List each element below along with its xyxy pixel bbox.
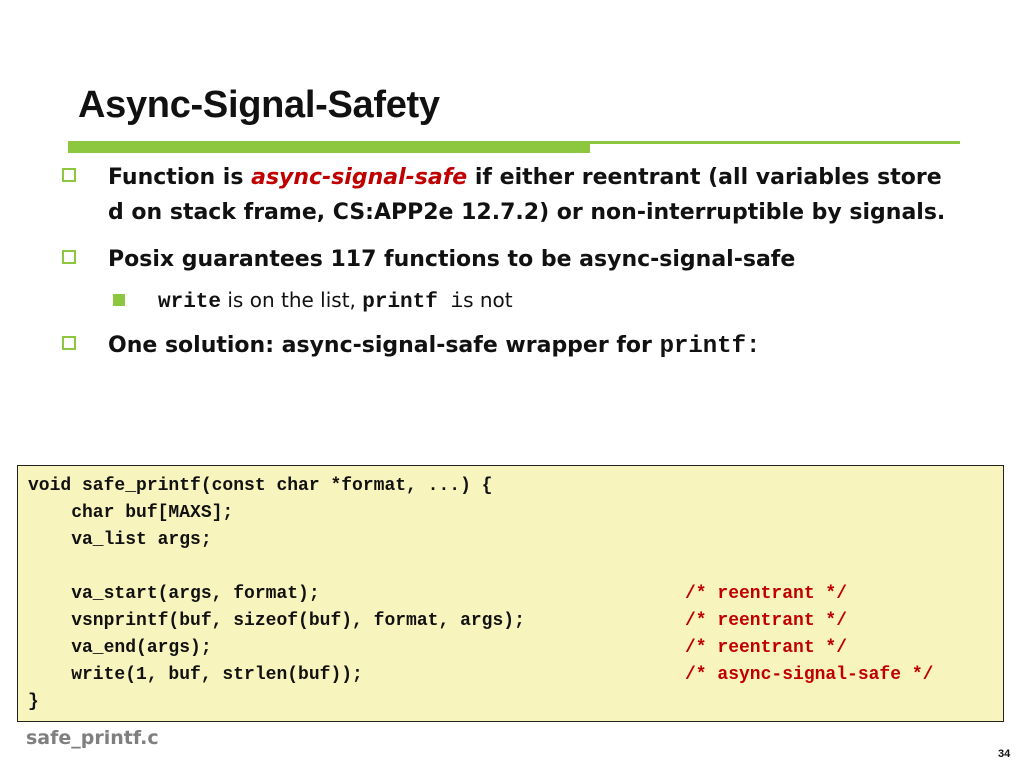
code-line: char buf[MAXS]; — [28, 503, 234, 523]
sub-bullet-code-printf: printf — [362, 291, 438, 314]
sub-bullet-code-i: i — [437, 291, 464, 314]
bullet1-line1-suffix: if either reentrant (all variables store — [467, 165, 942, 190]
bullet2-text: Posix guarantees 117 functions to be asy… — [108, 247, 796, 272]
bullet-one-solution: One solution: async-signal-safe wrapper … — [108, 328, 988, 364]
bullet3-code-printf: printf — [659, 333, 746, 360]
title-underline-thick — [68, 141, 590, 153]
hollow-square-bullet-icon — [62, 168, 76, 182]
code-line: va_end(args); — [28, 638, 212, 658]
sub-bullet-text2: s not — [463, 288, 513, 312]
hollow-square-bullet-icon — [62, 336, 76, 350]
code-line: va_start(args, format); — [28, 584, 320, 604]
code-line: vsnprintf(buf, sizeof(buf), format, args… — [28, 611, 525, 631]
page-number: 34 — [998, 748, 1011, 760]
bullet1-line2: d on stack frame, CS:APP2e 12.7.2) or no… — [108, 200, 946, 225]
source-filename: safe_printf.c — [26, 727, 159, 749]
bullet3-text: One solution: async-signal-safe wrapper … — [108, 333, 660, 358]
slide-title: Async-Signal-Safety — [78, 84, 440, 126]
code-comment: /* reentrant */ — [685, 611, 848, 631]
code-line: } — [28, 692, 39, 712]
sub-bullet-text1: is on the list, — [221, 288, 363, 312]
sub-bullet-code-write: write — [158, 291, 222, 314]
hollow-square-bullet-icon — [62, 250, 76, 264]
code-listing-box: void safe_printf(const char *format, ...… — [17, 465, 1004, 722]
code-comment: /* reentrant */ — [685, 638, 848, 658]
bullet1-prefix: Function is — [108, 165, 252, 190]
code-comment: /* async-signal-safe */ — [685, 665, 934, 685]
bullet1-emphasis: async-signal-safe — [251, 165, 468, 190]
code-line: write(1, buf, strlen(buf)); — [28, 665, 363, 685]
code-line: va_list args; — [28, 530, 212, 550]
filled-square-bullet-icon — [113, 294, 125, 306]
sub-bullet-write-printf: write is on the list, printf is not — [158, 285, 513, 318]
code-line: void safe_printf(const char *format, ...… — [28, 476, 493, 496]
bullet3-colon: : — [745, 333, 761, 360]
bullet-function-definition: Function is async-signal-safe if either … — [108, 160, 988, 230]
bullet-posix-guarantee: Posix guarantees 117 functions to be asy… — [108, 242, 988, 277]
title-underline-thin — [590, 141, 960, 144]
code-comment: /* reentrant */ — [685, 584, 848, 604]
